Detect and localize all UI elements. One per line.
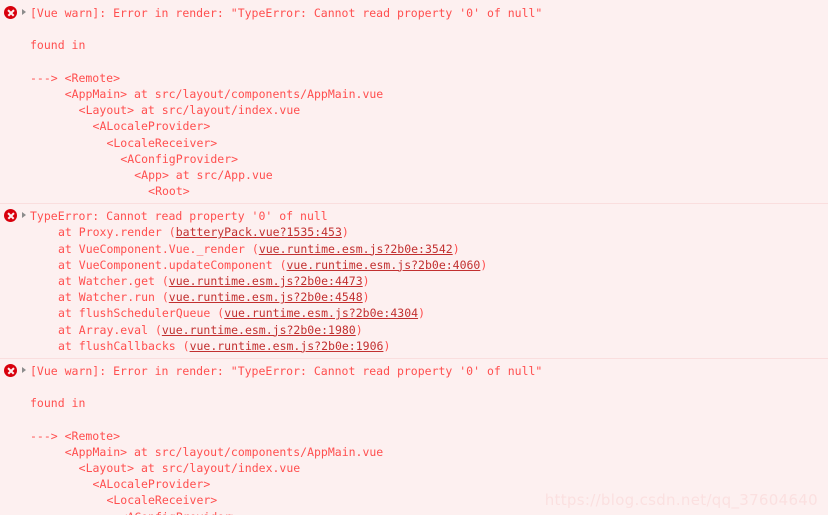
- component-tree-row: ---> <Remote>: [30, 70, 121, 85]
- paren-open: (: [279, 257, 287, 272]
- console-text-row: found in: [30, 396, 86, 411]
- paren-close: ): [341, 225, 349, 240]
- console-message-header: [Vue warn]: Error in render: "TypeError:…: [30, 363, 543, 378]
- component-tree-row: <Layout> at src/layout/index.vue: [78, 103, 301, 118]
- stack-frame-source-link[interactable]: vue.runtime.esm.js?2b0e:4473: [169, 274, 363, 288]
- console-message[interactable]: TypeError: Cannot read property '0' of n…: [0, 203, 828, 358]
- console-text-row: found in: [30, 38, 86, 53]
- stack-frame-function: at VueComponent.updateComponent: [58, 257, 280, 272]
- stack-frame-row: at Watcher.get (vue.runtime.esm.js?2b0e:…: [30, 273, 824, 289]
- paren-close: ): [383, 338, 391, 353]
- stack-frame-source-link[interactable]: vue.runtime.esm.js?2b0e:1980: [162, 323, 356, 337]
- stack-frame-row: at VueComponent.Vue._render (vue.runtime…: [30, 241, 824, 257]
- paren-close: ): [480, 257, 488, 272]
- console-message-body: [Vue warn]: Error in render: "TypeError:…: [0, 5, 828, 199]
- component-tree-row: <AConfigProvider>: [30, 509, 824, 515]
- stack-frame-row: at flushSchedulerQueue (vue.runtime.esm.…: [30, 305, 824, 321]
- console-message[interactable]: [Vue warn]: Error in render: "TypeError:…: [0, 357, 828, 515]
- component-tree-row: <LocaleReceiver>: [106, 135, 218, 150]
- stack-frame-source-link[interactable]: batteryPack.vue?1535:453: [176, 225, 342, 239]
- error-circle-x-icon: [4, 363, 17, 377]
- paren-close: ): [452, 241, 460, 256]
- stack-frame-row: at Proxy.render (batteryPack.vue?1535:45…: [30, 224, 824, 240]
- paren-close: ): [418, 306, 425, 321]
- component-tree-row: <Root>: [148, 184, 190, 199]
- error-circle-x-icon: [4, 6, 17, 19]
- component-tree-row: <App> at src/App.vue: [134, 167, 273, 182]
- paren-close: ): [362, 274, 370, 288]
- paren-open: (: [251, 241, 259, 256]
- console-message-header: [Vue warn]: Error in render: "TypeError:…: [30, 6, 543, 20]
- stack-frame-row: at Array.eval (vue.runtime.esm.js?2b0e:1…: [30, 322, 824, 338]
- chevron-right-icon[interactable]: [22, 366, 26, 373]
- component-tree-row: <LocaleReceiver>: [106, 493, 218, 508]
- stack-frame-source-link[interactable]: vue.runtime.esm.js?2b0e:4304: [224, 306, 418, 320]
- component-tree-row: <AppMain> at src/layout/components/AppMa…: [64, 444, 384, 459]
- stack-frame-source-link[interactable]: vue.runtime.esm.js?2b0e:3542: [259, 242, 453, 256]
- console-message-list: [Vue warn]: Error in render: "TypeError:…: [0, 0, 828, 515]
- stack-frame-row: at flushCallbacks (vue.runtime.esm.js?2b…: [30, 338, 824, 354]
- stack-frame-source-link[interactable]: vue.runtime.esm.js?2b0e:1906: [190, 339, 384, 353]
- stack-frame-source-link[interactable]: vue.runtime.esm.js?2b0e:4060: [287, 258, 481, 272]
- console-message-body: [Vue warn]: Error in render: "TypeError:…: [0, 363, 828, 515]
- paren-open: (: [168, 225, 176, 240]
- component-tree-row: ---> <Remote>: [30, 428, 121, 443]
- stack-frame-source-link[interactable]: vue.runtime.esm.js?2b0e:4548: [169, 290, 363, 304]
- devtools-console-panel[interactable]: [Vue warn]: Error in render: "TypeError:…: [0, 0, 828, 515]
- component-tree-row: <ALocaleProvider>: [92, 477, 211, 492]
- paren-close: ): [362, 290, 370, 305]
- console-message[interactable]: [Vue warn]: Error in render: "TypeError:…: [0, 0, 828, 204]
- stack-frame-function: at VueComponent.Vue._render: [58, 241, 252, 256]
- chevron-right-icon[interactable]: [22, 212, 26, 219]
- stack-frame-row: at VueComponent.updateComponent (vue.run…: [30, 257, 824, 273]
- stack-frame-function: at flushCallbacks: [58, 338, 183, 353]
- component-tree-row: <ALocaleProvider>: [92, 119, 211, 134]
- console-message-header: TypeError: Cannot read property '0' of n…: [30, 209, 328, 224]
- console-message-body: TypeError: Cannot read property '0' of n…: [0, 208, 828, 354]
- stack-frame-function: at Watcher.run: [58, 290, 162, 305]
- paren-open: (: [154, 322, 162, 337]
- stack-frame-function: at Watcher.get: [58, 274, 162, 288]
- chevron-right-icon[interactable]: [22, 9, 26, 15]
- paren-open: (: [161, 290, 169, 305]
- component-tree-row: <AConfigProvider>: [120, 151, 239, 166]
- stack-frame-row: at Watcher.run (vue.runtime.esm.js?2b0e:…: [30, 289, 824, 305]
- paren-close: ): [355, 322, 363, 337]
- component-tree-row: <Layout> at src/layout/index.vue: [78, 461, 301, 476]
- stack-frame-function: at flushSchedulerQueue: [58, 306, 218, 321]
- stack-frame-function: at Array.eval: [58, 322, 155, 337]
- component-tree-row: <AppMain> at src/layout/components/AppMa…: [64, 86, 384, 101]
- paren-open: (: [182, 338, 190, 353]
- paren-open: (: [161, 274, 169, 288]
- stack-frame-function: at Proxy.render: [58, 225, 169, 240]
